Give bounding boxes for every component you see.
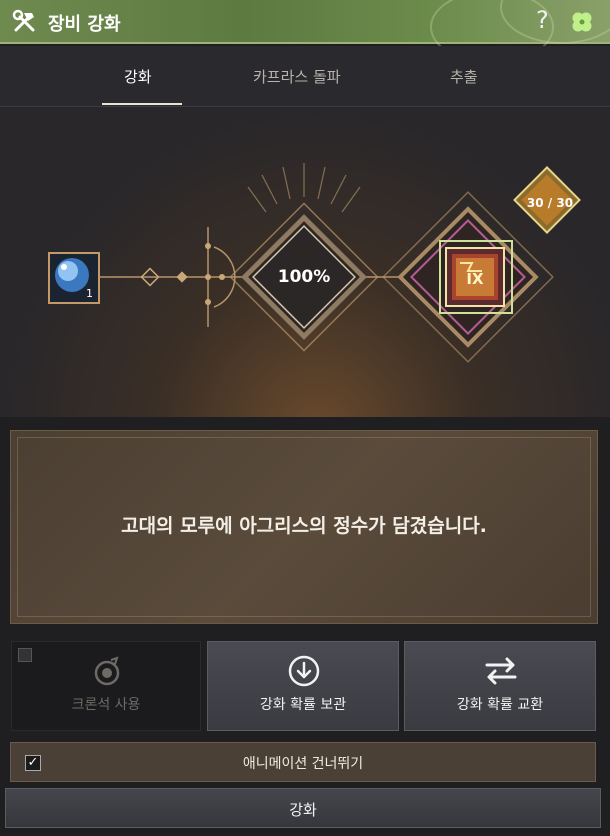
chronos-checkbox[interactable] <box>18 648 32 662</box>
chronos-option[interactable]: 크론석 사용 <box>11 641 201 731</box>
tab-enhance[interactable]: 강화 <box>124 66 152 87</box>
enhance-button-label: 강화 <box>289 801 317 819</box>
window-title: 장비 강화 <box>48 14 121 35</box>
question-icon[interactable]: ? <box>536 6 549 34</box>
target-grade-label: IX <box>466 270 484 288</box>
skip-animation-row[interactable]: ✓ 애니메이션 건너뛰기 <box>10 742 596 782</box>
tab-kapras-breakthrough[interactable]: 카프라스 돌파 <box>253 66 341 87</box>
material-count: 1 <box>86 287 93 300</box>
status-message: 고대의 모루에 아그리스의 정수가 담겼습니다. <box>121 515 487 537</box>
down-arrow-circle-icon <box>288 655 320 687</box>
success-rate-label: 100% <box>277 267 331 287</box>
tab-underline <box>102 103 182 105</box>
clover-icon[interactable] <box>568 8 596 36</box>
skip-animation-label: 애니메이션 건너뛰기 <box>242 756 364 772</box>
title-bar: 장비 강화 ? <box>0 0 610 64</box>
hammer-wrench-icon <box>12 9 35 32</box>
store-rate-label: 강화 확률 보관 <box>259 697 347 713</box>
chronos-stone-icon <box>94 656 120 686</box>
chronos-label: 크론석 사용 <box>71 697 141 713</box>
essence-count-label: 30 / 30 <box>526 196 574 210</box>
message-panel: 고대의 모루에 아그리스의 정수가 담겼습니다. <box>10 430 598 624</box>
swap-arrows-icon <box>485 657 517 685</box>
exchange-rate-label: 강화 확률 교환 <box>456 697 544 713</box>
exchange-rate-button[interactable]: 강화 확률 교환 <box>404 641 596 731</box>
store-rate-button[interactable]: 강화 확률 보관 <box>207 641 399 731</box>
enhancement-stage: IX 1 100% 30 / 30 <box>0 107 610 417</box>
tab-extract[interactable]: 추출 <box>450 66 478 87</box>
enhance-button[interactable]: 강화 <box>5 788 601 828</box>
tab-bar: 강화 카프라스 돌파 추출 <box>0 46 610 107</box>
